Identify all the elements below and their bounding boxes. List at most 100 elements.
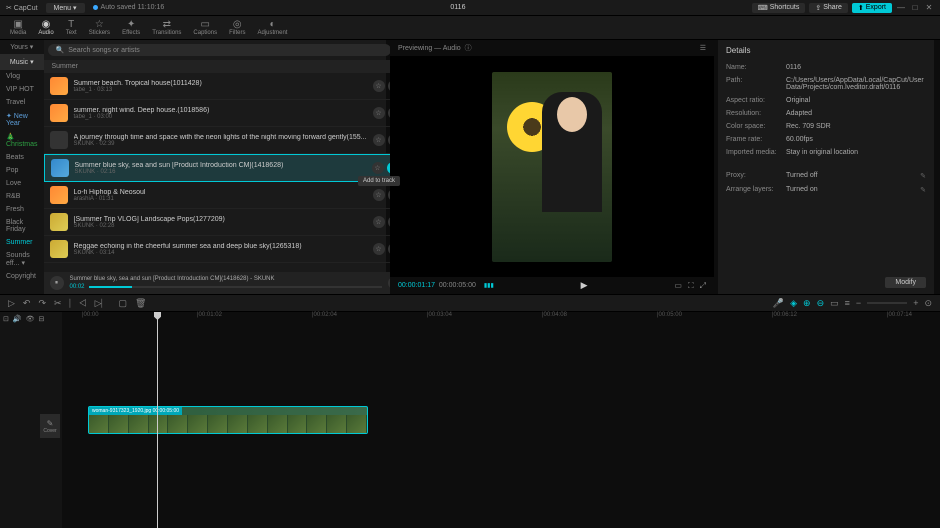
undo-icon[interactable]: ↶ bbox=[23, 298, 31, 309]
stickers-icon: ☆ bbox=[95, 19, 104, 30]
cat-summer[interactable]: Summer bbox=[0, 236, 44, 249]
track-row[interactable]: Summer beach. Tropical house(1011428)tab… bbox=[44, 73, 406, 100]
tab-captions[interactable]: ▭Captions bbox=[187, 16, 223, 39]
cat-rnb[interactable]: R&B bbox=[0, 190, 44, 203]
adjustment-icon: ◐ bbox=[269, 19, 275, 30]
pause-button[interactable]: ⏸ bbox=[50, 276, 64, 290]
tab-transitions[interactable]: ⇄Transitions bbox=[146, 16, 187, 39]
expand-icon[interactable]: ⤢ bbox=[700, 281, 706, 291]
cat-christmas[interactable]: 🎄 Christmas bbox=[0, 130, 44, 151]
cat-tab-yours[interactable]: Yours ▾ bbox=[0, 40, 44, 54]
tab-stickers[interactable]: ☆Stickers bbox=[83, 16, 116, 39]
zoom-slider[interactable] bbox=[867, 302, 907, 304]
cat-viphot[interactable]: VIP HOT bbox=[0, 83, 44, 96]
track-row-selected[interactable]: Summer blue sky, sea and sun [Product In… bbox=[44, 154, 406, 182]
search-input[interactable]: 🔍 Search songs or artists bbox=[48, 44, 391, 56]
grid-icon[interactable]: ☰ bbox=[700, 44, 706, 52]
modify-button[interactable]: Modify bbox=[885, 277, 926, 288]
zoom-out-icon[interactable]: − bbox=[856, 298, 861, 308]
cat-beats[interactable]: Beats bbox=[0, 151, 44, 164]
preview-icon[interactable]: ▭ bbox=[830, 298, 839, 309]
share-button[interactable]: ⇪ Share bbox=[809, 3, 848, 13]
favorite-icon[interactable]: ☆ bbox=[373, 189, 385, 201]
cat-fresh[interactable]: Fresh bbox=[0, 203, 44, 216]
category-header: Summer bbox=[44, 60, 406, 73]
tab-filters[interactable]: ◎Filters bbox=[223, 16, 251, 39]
minimize-icon[interactable]: — bbox=[896, 3, 906, 12]
track-row[interactable]: [Summer Trip VLOG] Landscape Pops(127720… bbox=[44, 209, 406, 236]
menu-button[interactable]: Menu ▾ bbox=[46, 3, 85, 13]
select-tool-icon[interactable]: ▷ bbox=[8, 298, 15, 309]
track-thumb bbox=[50, 104, 68, 122]
progress-bar[interactable] bbox=[89, 286, 382, 288]
cat-sounds[interactable]: Sounds eff... ▾ bbox=[0, 249, 44, 270]
track-thumb bbox=[50, 213, 68, 231]
magnet-icon[interactable]: ⊖ bbox=[817, 298, 825, 309]
cat-vlog[interactable]: Vlog bbox=[0, 70, 44, 83]
info-icon[interactable]: ⓘ bbox=[465, 43, 472, 53]
favorite-icon[interactable]: ☆ bbox=[373, 134, 385, 146]
effects-icon: ✦ bbox=[127, 19, 135, 30]
favorite-icon[interactable]: ☆ bbox=[373, 216, 385, 228]
video-clip[interactable]: woman-9317323_1920.jpg 00:00:05:00 bbox=[88, 406, 368, 434]
play-button[interactable]: ▶ bbox=[581, 280, 588, 291]
shortcuts-button[interactable]: ⌨ Shortcuts bbox=[752, 3, 806, 13]
tab-adjustment[interactable]: ◐Adjustment bbox=[251, 16, 293, 39]
favorite-icon[interactable]: ☆ bbox=[373, 107, 385, 119]
preview-header: Previewing — Audio ⓘ ☰ bbox=[390, 40, 714, 56]
favorite-icon[interactable]: ☆ bbox=[372, 162, 384, 174]
tab-audio[interactable]: ◉Audio bbox=[32, 16, 59, 39]
preview-viewport[interactable] bbox=[390, 56, 714, 277]
zoom-in-icon[interactable]: + bbox=[913, 298, 918, 308]
cat-love[interactable]: Love bbox=[0, 177, 44, 190]
timeline-ruler[interactable]: |00:00 |00:01:02 |00:02:04 |00:03:04 |00… bbox=[62, 312, 940, 326]
details-header: Details bbox=[726, 46, 926, 61]
markers-icon[interactable]: ▮▮▮ bbox=[484, 282, 494, 289]
link-icon[interactable]: ⊕ bbox=[803, 298, 811, 309]
track-row[interactable]: summer. night wind. Deep house.(1018586)… bbox=[44, 100, 406, 127]
mic-icon[interactable]: 🎤 bbox=[773, 298, 784, 309]
app-logo: ✂ CapCut bbox=[6, 4, 38, 12]
track-row[interactable]: A journey through time and space with th… bbox=[44, 127, 406, 154]
cat-copyright[interactable]: Copyright bbox=[0, 270, 44, 283]
tab-text[interactable]: TText bbox=[60, 16, 83, 39]
crop-icon[interactable]: ▢ bbox=[119, 298, 128, 309]
maximize-icon[interactable]: □ bbox=[910, 3, 920, 12]
cat-pop[interactable]: Pop bbox=[0, 164, 44, 177]
mute-icon[interactable]: 🔊 bbox=[13, 315, 22, 323]
timecode: 00:00:01:17 00:00:05:00 bbox=[398, 282, 476, 289]
tab-effects[interactable]: ✦Effects bbox=[116, 16, 146, 39]
favorite-icon[interactable]: ☆ bbox=[373, 243, 385, 255]
cat-newyear[interactable]: ✦ New Year bbox=[0, 109, 44, 130]
export-button[interactable]: ⬆ Export bbox=[852, 3, 892, 13]
favorite-icon[interactable]: ☆ bbox=[373, 80, 385, 92]
cat-blackfriday[interactable]: Black Friday bbox=[0, 216, 44, 236]
delete-icon[interactable]: 🗑 bbox=[135, 298, 146, 309]
trim-right-icon[interactable]: ▷⎸ bbox=[95, 298, 111, 309]
tracks-icon[interactable]: ≡ bbox=[845, 298, 850, 308]
hide-icon[interactable]: 👁 bbox=[26, 315, 35, 323]
playhead[interactable] bbox=[157, 312, 158, 528]
edit-icon[interactable]: ✎ bbox=[920, 172, 926, 180]
track-thumb bbox=[50, 131, 68, 149]
tab-media[interactable]: ▣Media bbox=[4, 16, 32, 39]
search-icon: 🔍 bbox=[56, 46, 65, 54]
track-row[interactable]: Reggae echoing in the cheerful summer se… bbox=[44, 236, 406, 263]
cat-tab-music[interactable]: Music ▾ bbox=[0, 55, 44, 69]
close-icon[interactable]: ✕ bbox=[924, 3, 934, 12]
track-thumb bbox=[50, 240, 68, 258]
collapse-icon[interactable]: ⊟ bbox=[38, 315, 44, 323]
fit-icon[interactable]: ⊙ bbox=[924, 298, 932, 309]
snap-icon[interactable]: ◈ bbox=[790, 298, 797, 309]
cat-travel[interactable]: Travel bbox=[0, 96, 44, 109]
fullscreen-icon[interactable]: ⛶ bbox=[688, 281, 694, 291]
cover-slot[interactable]: ✎ Cover bbox=[40, 414, 60, 438]
split-icon[interactable]: ✂ bbox=[54, 298, 62, 309]
redo-icon[interactable]: ↷ bbox=[38, 298, 46, 309]
edit-icon[interactable]: ✎ bbox=[920, 186, 926, 194]
trim-left-icon[interactable]: ⎸◁ bbox=[70, 298, 87, 309]
ratio-icon[interactable]: ▭ bbox=[674, 281, 682, 291]
now-playing-bar: ⏸ Summer blue sky, sea and sun [Product … bbox=[44, 272, 406, 294]
track-row[interactable]: Lo-fi Hiphop & NeosoularashiA · 01:31 ☆⬇ bbox=[44, 182, 406, 209]
lock-icon[interactable]: ⊡ bbox=[3, 315, 9, 323]
